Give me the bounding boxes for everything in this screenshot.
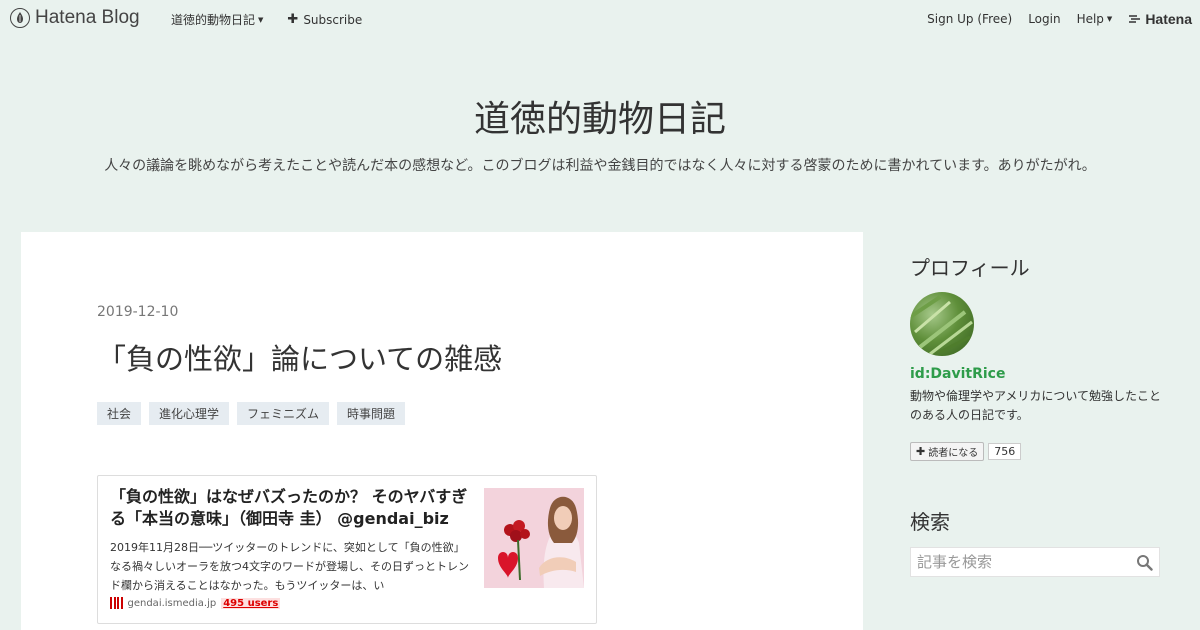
blog-description: 人々の議論を眺めながら考えたことや読んだ本の感想など。このブログは利益や金銭目的… [104, 158, 1096, 174]
hatena-logo[interactable]: Hatena [1128, 11, 1192, 27]
topnav-right: Sign Up (Free) Login Help ▼ Hatena [927, 11, 1192, 27]
avatar[interactable] [910, 292, 974, 356]
embed-source: gendai.ismedia.jp 495 users [110, 597, 281, 609]
embed-source-domain[interactable]: gendai.ismedia.jp [128, 598, 217, 609]
help-dropdown[interactable]: Help ▼ [1077, 12, 1113, 26]
embedded-link-card[interactable]: 「負の性欲」はなぜバズったのか？ そのヤバすぎる「本当の意味」（御田寺 圭） @… [97, 475, 597, 624]
blog-title[interactable]: 道徳的動物日記 [0, 90, 1200, 142]
avatar-image [910, 295, 973, 356]
caret-down-icon: ▼ [1106, 15, 1113, 23]
hatena-blog-logo[interactable]: Hatena Blog [10, 7, 140, 29]
post-date[interactable]: 2019-12-10 [97, 304, 178, 320]
article-card: 2019-12-10 「負の性欲」論についての雑感 社会 進化心理学 フェミニズ… [21, 232, 863, 630]
login-link[interactable]: Login [1028, 12, 1060, 26]
hatena-logo-text: Hatena [1145, 11, 1192, 27]
embed-description: 2019年11月28日──ツイッターのトレンドに、突如として「負の性欲」なる禍々… [110, 541, 469, 592]
hatena-blog-icon [10, 8, 30, 28]
tag-item[interactable]: 時事問題 [337, 402, 406, 425]
thumbnail-illustration [484, 488, 584, 588]
reader-count[interactable]: 756 [988, 443, 1022, 460]
tag-item[interactable]: 進化心理学 [149, 402, 230, 425]
profile-id-link[interactable]: id:DavitRice [910, 366, 1005, 382]
embed-title[interactable]: 「負の性欲」はなぜバズったのか？ そのヤバすぎる「本当の意味」（御田寺 圭） @… [110, 486, 472, 530]
hatena-logo-icon [1129, 15, 1141, 23]
subscribe-button[interactable]: ✚ Subscribe [287, 11, 362, 28]
sidebar: プロフィール id:DavitRice 動物や倫理学やアメリカについて勉強したこ… [890, 232, 1180, 630]
brand-text: Hatena Blog [35, 7, 140, 28]
search-heading: 検索 [910, 510, 950, 534]
topnav-left: 道徳的動物日記 ▼ ✚ Subscribe [171, 11, 362, 28]
subscribe-label: Subscribe [303, 12, 363, 27]
blog-menu-label: 道徳的動物日記 [171, 13, 256, 27]
signup-link[interactable]: Sign Up (Free) [927, 12, 1012, 26]
search-input[interactable] [911, 548, 1131, 576]
post-tags: 社会 進化心理学 フェミニズム 時事問題 [97, 402, 406, 425]
plus-icon: ✚ [287, 12, 299, 27]
global-header: Hatena Blog 道徳的動物日記 ▼ ✚ Subscribe Sign U… [0, 0, 1200, 36]
blog-menu-dropdown[interactable]: 道徳的動物日記 ▼ [171, 11, 263, 28]
search-box [910, 547, 1160, 577]
gendai-favicon-icon [110, 597, 123, 609]
become-reader-label: 読者になる [928, 448, 979, 459]
tag-item[interactable]: 社会 [97, 402, 142, 425]
plus-icon: ✚ [916, 445, 926, 458]
post-title[interactable]: 「負の性欲」論についての雑感 [97, 336, 502, 378]
embed-thumbnail[interactable] [484, 488, 584, 588]
help-label: Help [1076, 12, 1104, 26]
search-icon[interactable] [1136, 554, 1153, 575]
subscribe-widget: ✚ 読者になる 756 [910, 442, 1022, 461]
profile-heading: プロフィール [910, 256, 1030, 280]
become-reader-button[interactable]: ✚ 読者になる [910, 442, 985, 461]
caret-down-icon: ▼ [258, 15, 264, 24]
profile-description: 動物や倫理学やアメリカについて勉強したことのある人の日記です。 [910, 389, 1162, 422]
bookmark-users-count[interactable]: 495 users [221, 597, 281, 609]
tag-item[interactable]: フェミニズム [237, 402, 330, 425]
